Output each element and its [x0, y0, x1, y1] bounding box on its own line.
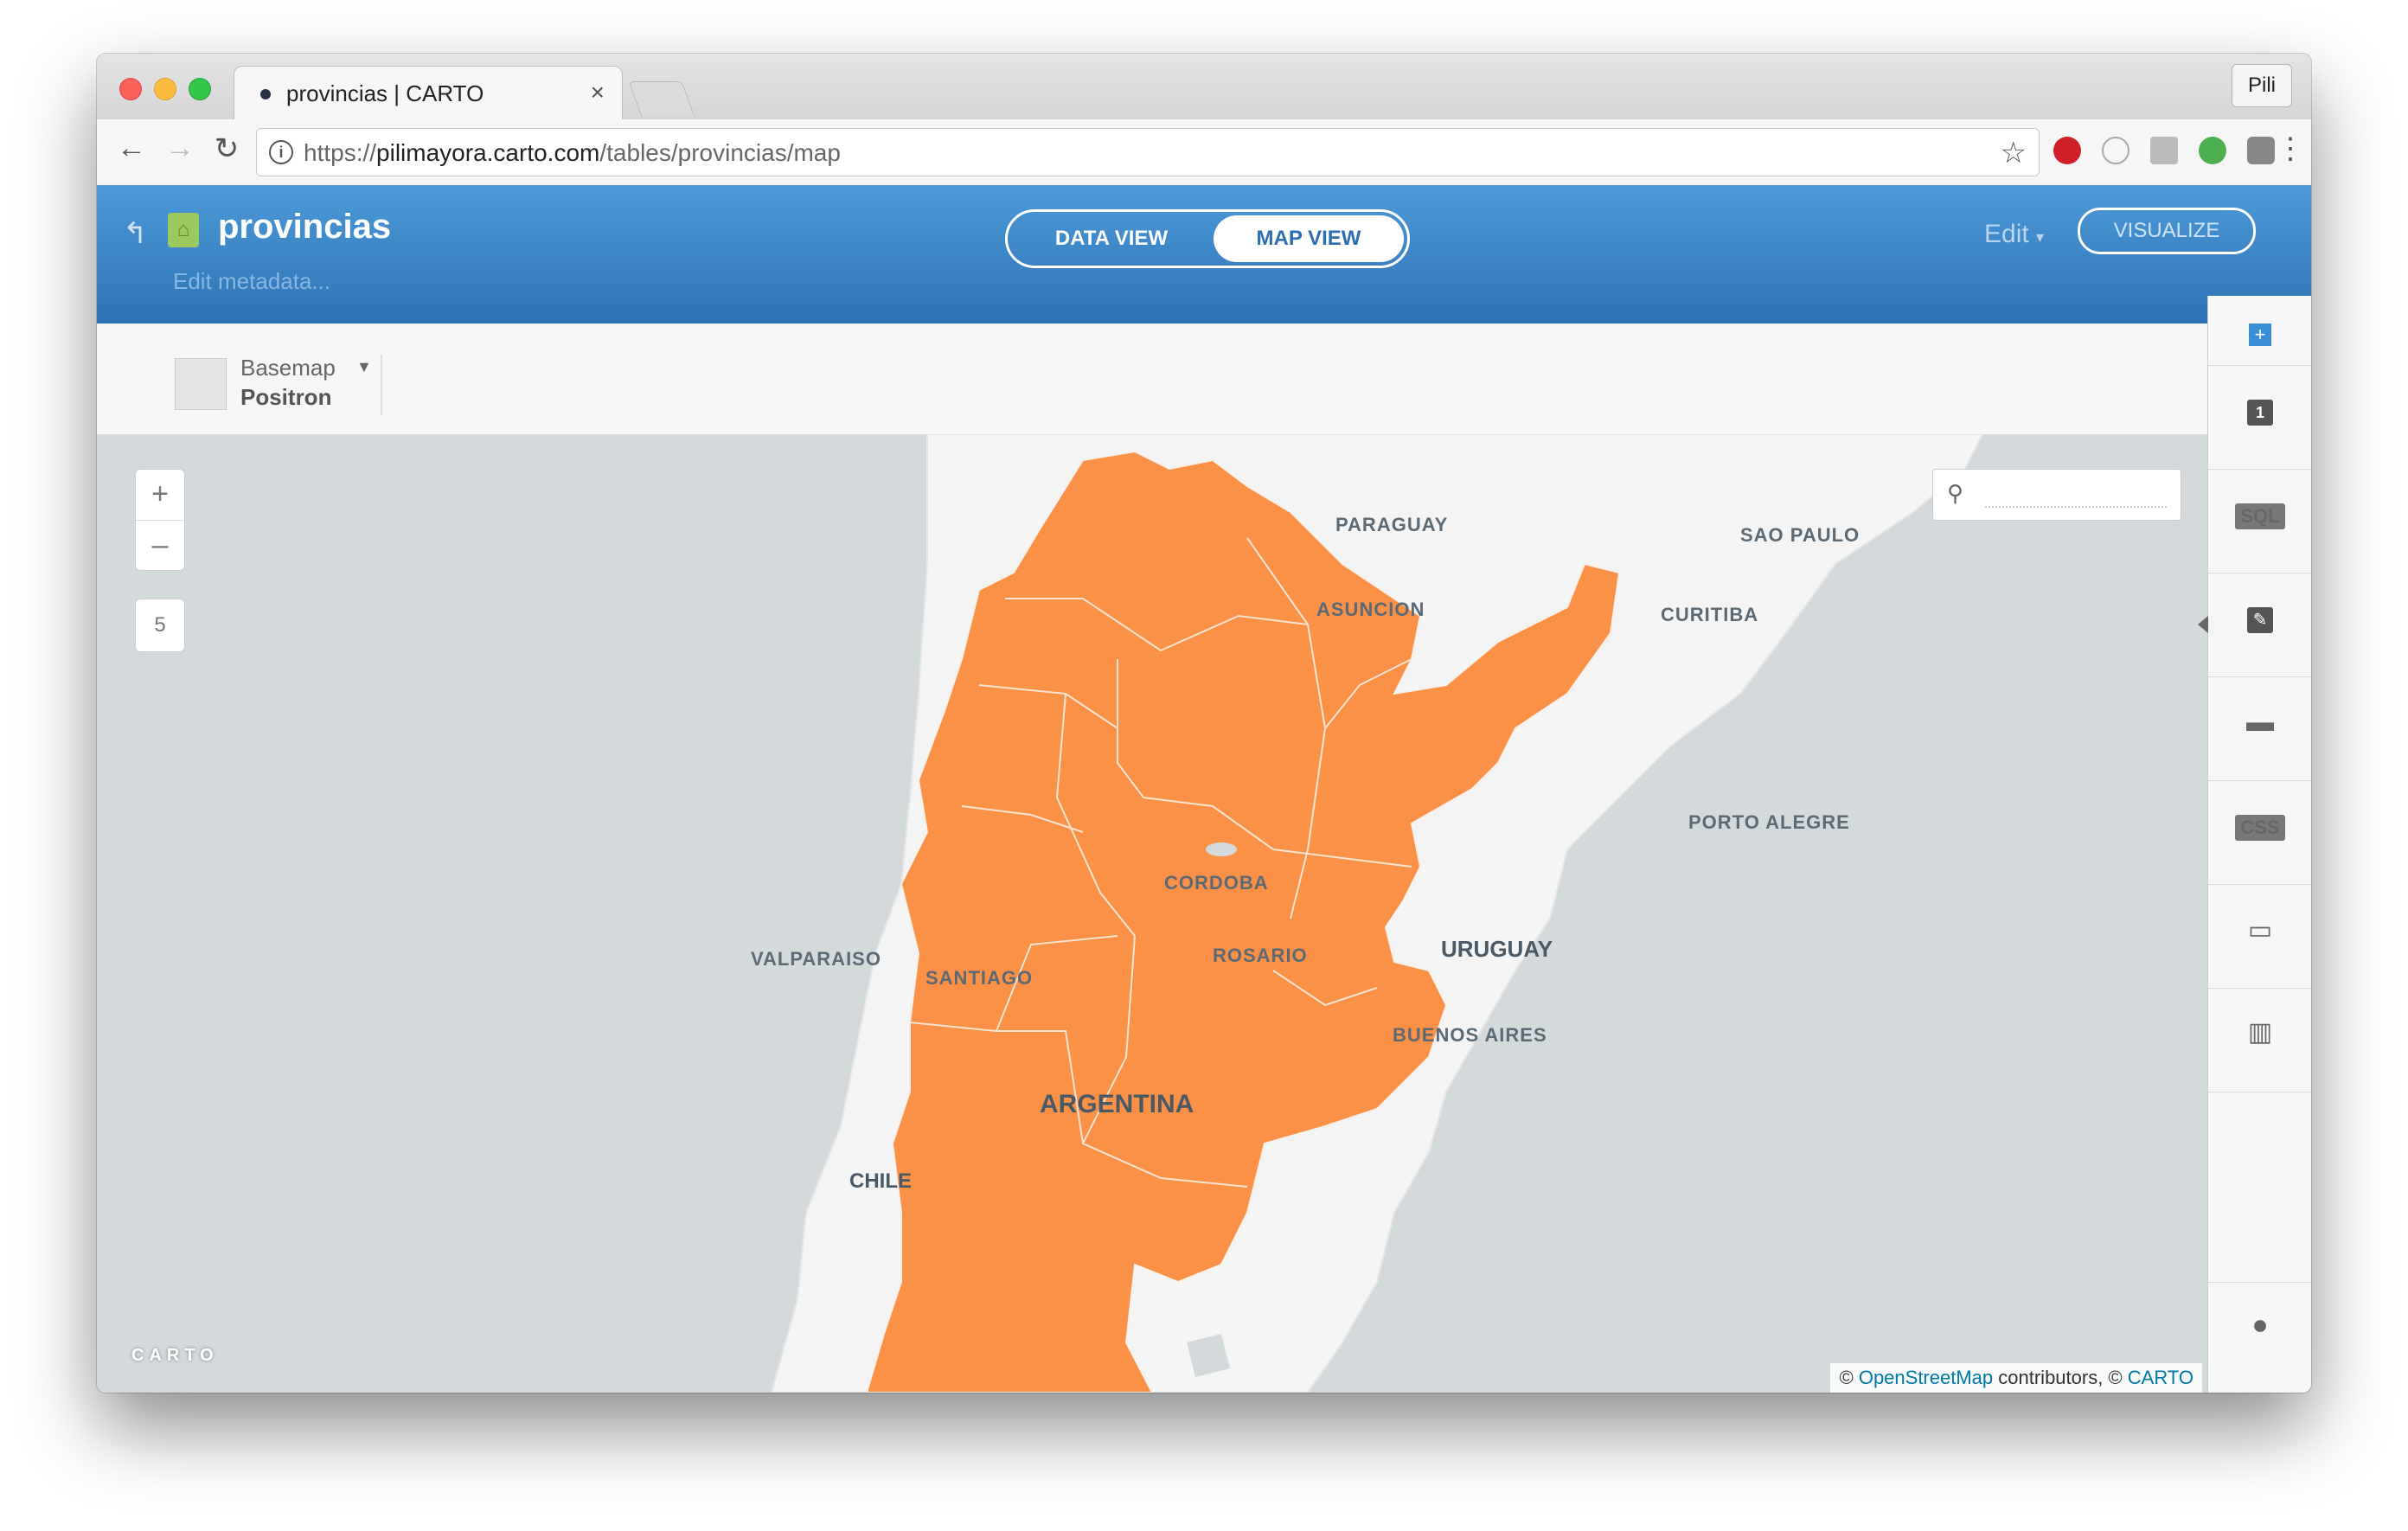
tab-map-view[interactable]: MAP VIEW — [1214, 215, 1404, 262]
map-label-santiago: SANTIAGO — [925, 967, 1034, 989]
lightbulb-icon: ● — [2251, 1309, 2269, 1340]
address-bar[interactable]: i https://pilimayora.carto.com/tables/pr… — [256, 128, 2040, 176]
help-tool[interactable]: ● — [2208, 1282, 2311, 1369]
zoom-in-button[interactable]: + — [136, 470, 184, 521]
plus-icon: + — [2249, 323, 2271, 346]
basemap-thumbnail[interactable] — [175, 358, 227, 410]
map-label-argentina: ARGENTINA — [1040, 1090, 1194, 1118]
attribution-mid: contributors, © — [1998, 1367, 2123, 1388]
caret-down-icon: ▾ — [2036, 228, 2045, 246]
speech-bubble-icon: ▬ — [2246, 706, 2274, 737]
bookmark-star-icon[interactable]: ☆ — [2001, 136, 2027, 170]
filters-tool[interactable]: ▥ — [2208, 988, 2311, 1092]
map-canvas[interactable]: PARAGUAY SAO PAULO ASUNCION CURITIBA POR… — [97, 434, 2207, 1393]
extension-circle-icon[interactable] — [2102, 137, 2129, 164]
css-tool[interactable]: CSS — [2208, 780, 2311, 885]
map-search-box[interactable]: ⚲ — [1932, 469, 2181, 521]
zoom-level: 5 — [135, 599, 185, 652]
info-icon[interactable]: i — [269, 140, 293, 164]
carto-logo: CARTO — [131, 1346, 219, 1365]
right-tool-panel: + 1 SQL ✎ ▬ CSS ▭ ▥ ● — [2198, 296, 2311, 1393]
brush-icon: ✎ — [2247, 607, 2273, 633]
back-arrow-icon[interactable]: ← — [114, 131, 149, 165]
tab-title: provincias | CARTO — [286, 80, 484, 106]
carto-header: ↰ ⌂ provincias Edit metadata... DATA VIE… — [97, 185, 2311, 323]
css-icon: CSS — [2235, 815, 2285, 841]
map-label-asuncion: ASUNCION — [1316, 599, 1425, 620]
profile-button[interactable]: Pili — [2232, 64, 2292, 107]
view-switch: DATA VIEW MAP VIEW — [1005, 209, 1410, 268]
map-attribution: © OpenStreetMap contributors, © CARTO — [1830, 1363, 2202, 1393]
map-label-porto-alegre: PORTO ALEGRE — [1688, 811, 1850, 833]
divider — [381, 355, 382, 415]
osm-link[interactable]: OpenStreetMap — [1859, 1367, 1993, 1388]
edit-dropdown[interactable]: Edit ▾ — [1984, 220, 2044, 249]
tab-data-view[interactable]: DATA VIEW — [1008, 212, 1215, 266]
tab-close-button[interactable]: × — [591, 79, 605, 106]
layer-number: 1 — [2247, 400, 2273, 426]
sql-tool[interactable]: SQL — [2208, 469, 2311, 573]
forward-arrow-icon[interactable]: → — [163, 131, 197, 165]
infowindow-tool[interactable]: ▬ — [2208, 676, 2311, 781]
zoom-control: + – — [135, 469, 185, 571]
layer-tab[interactable]: 1 — [2208, 365, 2311, 470]
edit-metadata-link[interactable]: Edit metadata... — [173, 268, 330, 295]
evernote-icon[interactable] — [2199, 137, 2226, 164]
visualize-button[interactable]: VISUALIZE — [2078, 208, 2256, 254]
basemap-value[interactable]: Positron — [240, 384, 331, 411]
extension-square-icon[interactable] — [2247, 137, 2275, 164]
url-text[interactable]: https://pilimayora.carto.com/tables/prov… — [304, 139, 841, 167]
sql-icon: SQL — [2235, 503, 2285, 529]
basemap-label[interactable]: Basemap — [240, 355, 336, 381]
wizard-tool[interactable]: ✎ — [2198, 573, 2311, 677]
search-icon: ⚲ — [1947, 480, 1964, 506]
browser-window: provincias | CARTO × Pili ← → ↻ i https:… — [97, 54, 2311, 1393]
legend-icon: ▭ — [2247, 916, 2273, 945]
browser-toolbar: ← → ↻ i https://pilimayora.carto.com/tab… — [97, 119, 2311, 186]
close-window-button[interactable] — [119, 78, 142, 100]
reload-icon[interactable]: ↻ — [209, 131, 244, 166]
privacy-lock-icon[interactable]: ⌂ — [168, 213, 199, 247]
map-svg — [770, 434, 1984, 1393]
menu-dots-icon[interactable]: ⋮ — [2273, 131, 2308, 166]
map-label-rosario: ROSARIO — [1213, 945, 1308, 966]
zoom-out-button[interactable]: – — [136, 521, 184, 571]
maximize-window-button[interactable] — [189, 78, 211, 100]
tab-strip: provincias | CARTO × Pili — [97, 54, 2311, 120]
map-label-paraguay: PARAGUAY — [1335, 514, 1449, 535]
carto-link[interactable]: CARTO — [2128, 1367, 2193, 1388]
pinterest-icon[interactable] — [2053, 137, 2081, 164]
map-label-chile: CHILE — [849, 1169, 912, 1193]
drive-icon[interactable] — [2150, 137, 2178, 164]
map-label-buenos-aires: BUENOS AIRES — [1393, 1024, 1547, 1046]
lake-shape — [1206, 842, 1237, 856]
active-indicator — [2198, 616, 2208, 633]
table-title[interactable]: provincias — [218, 208, 391, 247]
map-label-valparaiso: VALPARAISO — [751, 948, 881, 970]
back-to-dashboard-icon[interactable]: ↰ — [123, 216, 148, 251]
map-label-cordoba: CORDOBA — [1164, 872, 1269, 894]
minimize-window-button[interactable] — [154, 78, 176, 100]
map-label-uruguay: URUGUAY — [1441, 936, 1553, 962]
map-label-sao-paulo: SAO PAULO — [1740, 524, 1860, 546]
carto-favicon-icon — [260, 89, 271, 99]
browser-tab[interactable]: provincias | CARTO × — [234, 66, 623, 120]
new-tab-button[interactable] — [628, 81, 695, 117]
bar-chart-icon: ▥ — [2247, 1018, 2273, 1047]
caret-down-icon[interactable]: ▼ — [356, 358, 372, 376]
attribution-prefix: © — [1839, 1367, 1854, 1388]
map-label-curitiba: CURITIBA — [1661, 604, 1759, 625]
search-input[interactable] — [1985, 506, 2167, 508]
add-layer-button[interactable]: + — [2208, 296, 2311, 366]
edit-label: Edit — [1984, 220, 2029, 248]
basemap-bar: Basemap Positron ▼ — [97, 323, 2207, 435]
legend-tool[interactable]: ▭ — [2208, 884, 2311, 989]
